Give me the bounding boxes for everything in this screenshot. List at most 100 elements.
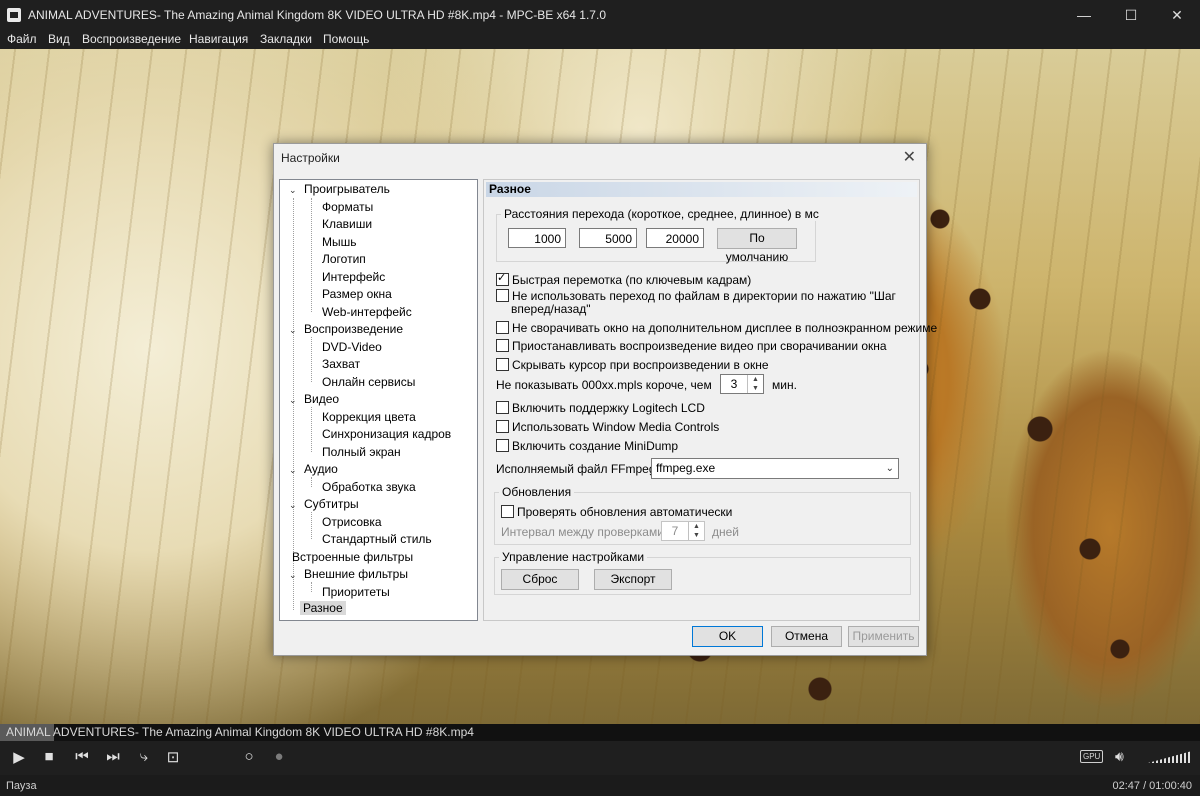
menu-bookmarks[interactable]: Закладки: [260, 32, 312, 46]
minidump-option[interactable]: Включить создание MiniDump: [496, 439, 678, 453]
seek-bar[interactable]: ANIMAL ADVENTURES- The Amazing Animal Ki…: [0, 724, 1200, 741]
tree-item-priorities[interactable]: Приоритеты: [322, 585, 390, 599]
tree-item-default-style[interactable]: Стандартный стиль: [322, 532, 432, 546]
tree-item-keys[interactable]: Клавиши: [322, 217, 372, 231]
collapse-icon[interactable]: ⌄: [289, 325, 297, 336]
logitech-option[interactable]: Включить поддержку Logitech LCD: [496, 401, 705, 415]
cancel-button[interactable]: Отмена: [771, 626, 842, 647]
tree-item-subtitles[interactable]: Субтитры: [304, 497, 359, 511]
checkbox[interactable]: [496, 289, 509, 302]
mpls-spinner[interactable]: 3 ▲ ▼: [720, 374, 764, 394]
close-window-button[interactable]: ✕: [1154, 0, 1200, 31]
volume-icon[interactable]: 🔊︎: [1115, 748, 1124, 765]
volume-slider[interactable]: [1148, 751, 1192, 763]
collapse-icon[interactable]: ⌄: [289, 500, 297, 511]
jump-long-input[interactable]: 20000: [646, 228, 704, 248]
ffmpeg-dropdown[interactable]: ffmpeg.exe ⌄: [651, 458, 899, 479]
tree-item-fullscreen[interactable]: Полный экран: [322, 445, 401, 459]
hide-cursor-label: Скрывать курсор при воспроизведении в ок…: [512, 358, 769, 372]
collapse-icon[interactable]: ⌄: [289, 395, 297, 406]
mpls-value[interactable]: 3: [721, 375, 747, 393]
update-interval-value[interactable]: 7: [662, 522, 688, 540]
tree-item-interface[interactable]: Интерфейс: [322, 270, 385, 284]
logitech-label: Включить поддержку Logitech LCD: [512, 401, 705, 415]
mpls-label: Не показывать 000xx.mpls короче, чем: [496, 378, 712, 392]
tree-item-misc[interactable]: Разное: [300, 601, 346, 615]
tree-item-video[interactable]: Видео: [304, 392, 339, 406]
menu-playback[interactable]: Воспроизведение: [82, 32, 181, 46]
tree-item-formats[interactable]: Форматы: [322, 200, 373, 214]
spinner-arrows-icon[interactable]: ▲ ▼: [747, 375, 763, 393]
tree-item-audio[interactable]: Аудио: [304, 462, 338, 476]
ok-button[interactable]: OK: [692, 626, 763, 647]
tree-item-playback[interactable]: Воспроизведение: [304, 322, 403, 336]
subtitle-icon[interactable]: ⊡: [162, 748, 184, 766]
wmc-option[interactable]: Использовать Window Media Controls: [496, 420, 719, 434]
tree-item-frame-sync[interactable]: Синхронизация кадров: [322, 427, 451, 441]
default-button[interactable]: По умолчанию: [717, 228, 797, 264]
menu-file[interactable]: Файл: [7, 32, 37, 46]
menu-help[interactable]: Помощь: [323, 32, 369, 46]
panel-header: Разное: [486, 182, 917, 197]
tree-item-capture[interactable]: Захват: [322, 357, 360, 371]
no-file-step-option[interactable]: Не использовать переход по файлам в дире…: [496, 289, 896, 303]
checkbox[interactable]: [496, 420, 509, 433]
no-minimize-label: Не сворачивать окно на дополнительном ди…: [512, 321, 938, 335]
previous-icon[interactable]: ⏮: [71, 748, 93, 765]
stop-icon[interactable]: ■: [38, 748, 60, 765]
collapse-icon[interactable]: ⌄: [289, 465, 297, 476]
maximize-button[interactable]: ☐: [1108, 0, 1154, 31]
checkbox[interactable]: [496, 401, 509, 414]
collapse-icon[interactable]: ⌄: [289, 185, 297, 196]
playback-controls: ▶ ■ ⏮ ⏭ ⤷ ⊡ ○ ● GPU 🔊︎: [0, 741, 1200, 775]
dialog-close-icon[interactable]: ✕: [903, 147, 916, 167]
menu-view[interactable]: Вид: [48, 32, 70, 46]
no-minimize-option[interactable]: Не сворачивать окно на дополнительном ди…: [496, 321, 937, 335]
tree-item-rendering[interactable]: Отрисовка: [322, 515, 382, 529]
jump-medium-input[interactable]: 5000: [579, 228, 637, 248]
tree-item-color-correction[interactable]: Коррекция цвета: [322, 410, 416, 424]
settings-panel: Разное Расстояния перехода (короткое, ср…: [483, 179, 937, 621]
checkbox[interactable]: [496, 358, 509, 371]
reset-button[interactable]: Сброс: [501, 569, 579, 590]
tree-item-audio-processing[interactable]: Обработка звука: [322, 480, 416, 494]
tree-item-external-filters[interactable]: Внешние фильтры: [304, 567, 408, 581]
spinner-arrows-icon[interactable]: ▲ ▼: [688, 522, 704, 540]
fast-seek-option[interactable]: Быстрая перемотка (по ключевым кадрам): [496, 271, 751, 287]
jump-short-input[interactable]: 1000: [508, 228, 566, 248]
hide-cursor-option[interactable]: Скрывать курсор при воспроизведении в ок…: [496, 358, 769, 372]
tree-item-window-size[interactable]: Размер окна: [322, 287, 392, 301]
frame-step-icon[interactable]: ⤷: [133, 748, 155, 765]
tree-item-internal-filters[interactable]: Встроенные фильтры: [292, 550, 413, 564]
collapse-icon[interactable]: ⌄: [289, 570, 297, 581]
checkbox[interactable]: [496, 439, 509, 452]
pause-minimized-label: Приостанавливать воспроизведение видео п…: [512, 339, 887, 353]
checkbox[interactable]: [501, 505, 514, 518]
pause-minimized-option[interactable]: Приостанавливать воспроизведение видео п…: [496, 339, 887, 353]
ffmpeg-label: Исполняемый файл FFmpeg:: [496, 462, 659, 476]
update-interval-spinner[interactable]: 7 ▲ ▼: [661, 521, 705, 541]
playback-status: Пауза: [6, 780, 37, 792]
next-icon[interactable]: ⏭: [102, 748, 124, 765]
checkbox[interactable]: [496, 321, 509, 334]
tree-item-web-interface[interactable]: Web-интерфейс: [322, 305, 412, 319]
checkbox-checked[interactable]: [496, 271, 509, 286]
tree-item-mouse[interactable]: Мышь: [322, 235, 357, 249]
dialog-title: Настройки: [281, 151, 340, 165]
chat-icon[interactable]: ●: [268, 748, 290, 765]
jump-distance-label: Расстояния перехода (короткое, среднее, …: [501, 207, 822, 221]
tree-item-online-services[interactable]: Онлайн сервисы: [322, 375, 415, 389]
tree-guide-external: [311, 582, 312, 592]
export-button[interactable]: Экспорт: [594, 569, 672, 590]
auto-update-option[interactable]: Проверять обновления автоматически: [501, 505, 732, 519]
menu-navigation[interactable]: Навигация: [189, 32, 248, 46]
chevron-down-icon[interactable]: ⌄: [886, 459, 894, 478]
minimize-button[interactable]: —: [1061, 0, 1107, 31]
tree-item-player[interactable]: Проигрыватель: [304, 182, 390, 196]
checkbox[interactable]: [496, 339, 509, 352]
search-icon[interactable]: ○: [238, 748, 260, 765]
tree-item-dvd-video[interactable]: DVD-Video: [322, 340, 382, 354]
tree-item-logo[interactable]: Логотип: [322, 252, 366, 266]
play-icon[interactable]: ▶: [8, 748, 30, 766]
apply-button[interactable]: Применить: [848, 626, 919, 647]
